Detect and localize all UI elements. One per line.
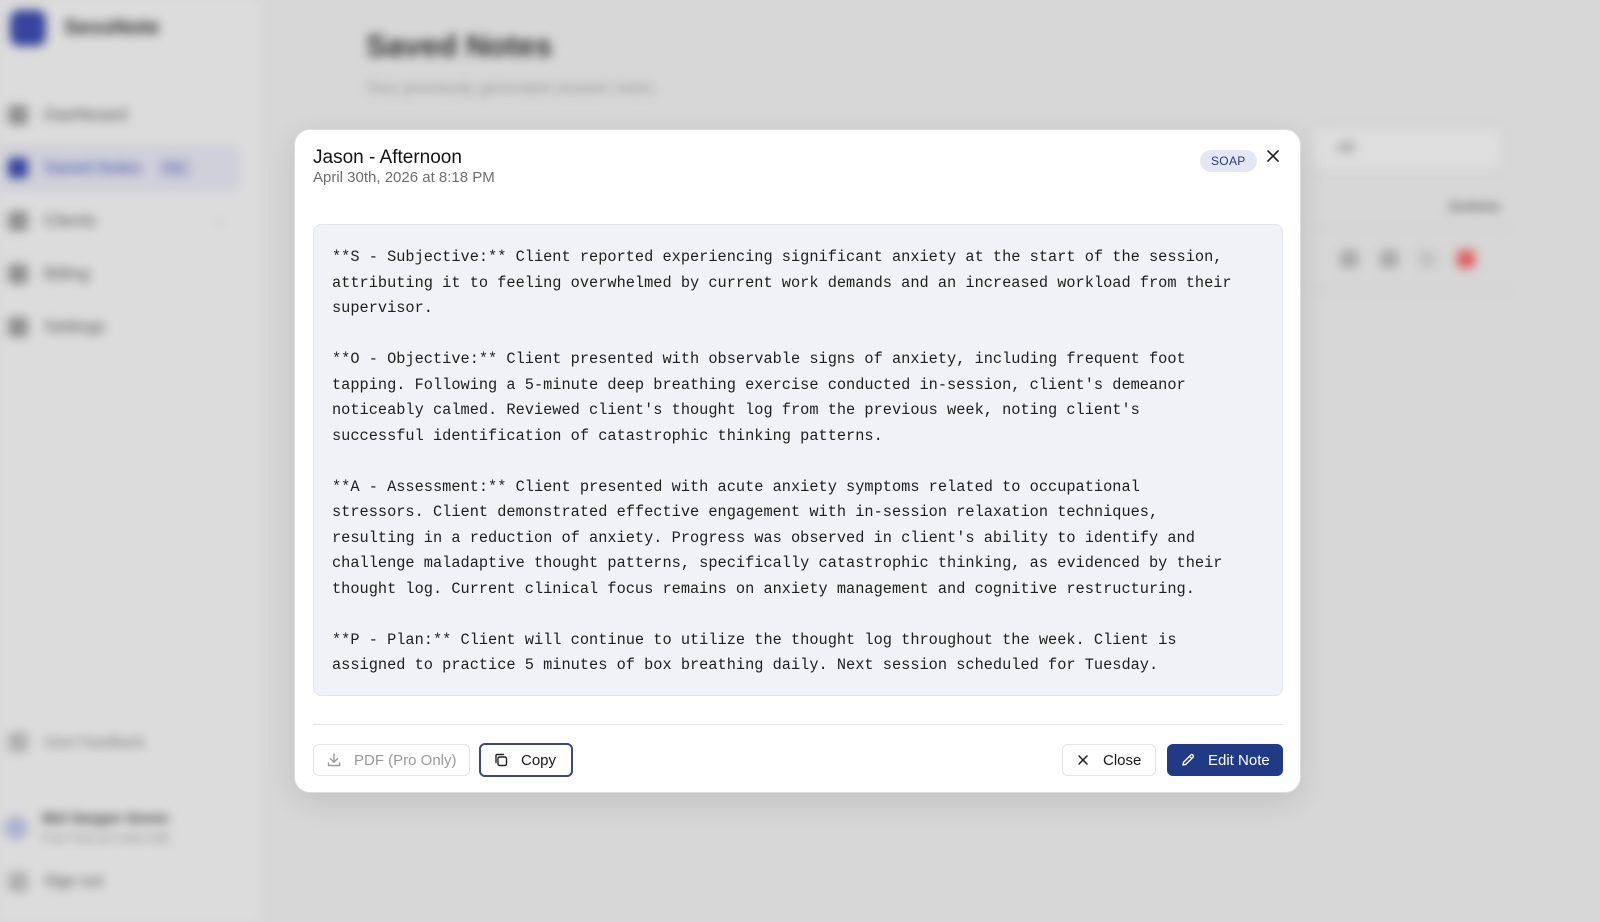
note-section-plan: **P - Plan:** Client will continue to ut… [332, 630, 1177, 675]
copy-button-label: Copy [521, 751, 557, 769]
edit-note-button[interactable]: Edit Note [1167, 744, 1283, 776]
copy-icon [493, 752, 509, 768]
download-icon [326, 752, 342, 768]
note-section-objective: **O - Objective:** Client presented with… [332, 350, 1186, 445]
note-date: April 30th, 2026 at 8:18 PM [313, 169, 495, 186]
close-icon[interactable] [1262, 145, 1284, 167]
note-section-subjective: **S - Subjective:** Client reported expe… [332, 248, 1232, 317]
note-section-assessment: **A - Assessment:** Client presented wit… [332, 477, 1223, 598]
close-icon [1075, 752, 1091, 768]
pencil-icon [1180, 752, 1196, 768]
close-button-label: Close [1103, 751, 1142, 769]
edit-button-label: Edit Note [1208, 751, 1270, 769]
note-dialog: Jason - Afternoon April 30th, 2026 at 8:… [294, 129, 1301, 793]
divider [313, 724, 1283, 725]
note-content: **S - Subjective:** Client reported expe… [313, 224, 1283, 696]
pdf-button-label: PDF (Pro Only) [354, 751, 457, 769]
note-format-badge: SOAP [1200, 150, 1257, 172]
note-title: Jason - Afternoon [313, 147, 462, 168]
pdf-download-button[interactable]: PDF (Pro Only) [313, 744, 470, 776]
copy-button[interactable]: Copy [479, 743, 573, 777]
close-button[interactable]: Close [1062, 744, 1156, 776]
